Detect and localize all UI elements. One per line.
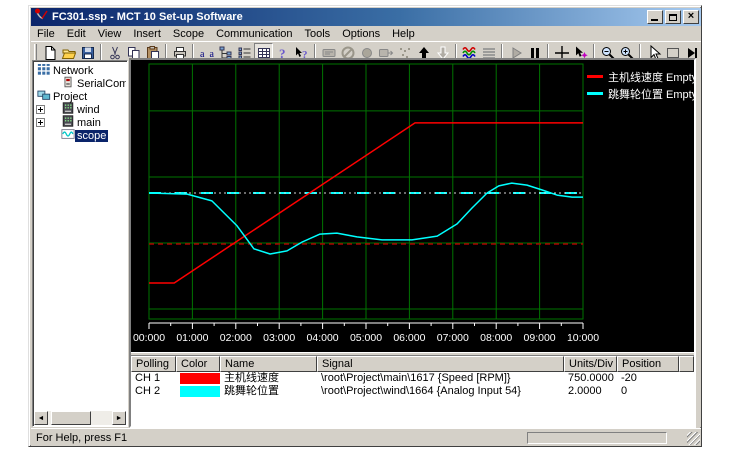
cell-color — [176, 372, 220, 385]
menu-bar: FileEditViewInsertScopeCommunicationTool… — [31, 26, 701, 41]
status-indicator-box — [527, 432, 667, 444]
channel-row-ch1[interactable]: CH 1 主机线速度\root\Project\main\1617 {Speed … — [131, 372, 694, 385]
x-tick-label: 03:000 — [263, 332, 295, 344]
sidebar-item-project[interactable]: Project — [35, 90, 126, 103]
tree-horizontal-scrollbar[interactable]: ◄ ► — [34, 411, 126, 425]
x-tick-label: 09:000 — [524, 332, 556, 344]
x-tick-label: 05:000 — [350, 332, 382, 344]
title-bar[interactable]: FC301.ssp - MCT 10 Set-up Software × — [31, 8, 701, 26]
resize-grip[interactable] — [687, 432, 700, 445]
minimize-button[interactable] — [647, 10, 663, 24]
scope-graph-area[interactable]: 00:000 01:000 02:000 03:000 04:000 05:000 06:0… — [131, 60, 694, 352]
column-header-position[interactable]: Position — [617, 356, 679, 372]
sidebar-item-scope[interactable]: scope — [35, 129, 126, 142]
channel-table-body: CH 1 主机线速度\root\Project\main\1617 {Speed … — [131, 372, 694, 424]
tree-item-label: main — [75, 117, 103, 129]
channel-row-ch2[interactable]: CH 2 跳舞轮位置\root\Project\wind\1664 {Analog… — [131, 385, 694, 398]
open-folder-icon — [61, 45, 77, 61]
menu-scope[interactable]: Scope — [167, 27, 210, 41]
column-header-color[interactable]: Color — [176, 356, 220, 372]
channel-table-header: PollingColorNameSignalUnits/DivPosition — [131, 356, 694, 372]
tree-item-label: wind — [75, 104, 102, 116]
cut-icon — [107, 45, 123, 61]
menu-tools[interactable]: Tools — [299, 27, 337, 41]
close-icon: × — [688, 11, 694, 22]
legend-label: 跳舞轮位置 Empty — [608, 86, 694, 102]
cell-name: 跳舞轮位置 — [220, 385, 317, 398]
scope-plot-svg: 00:000 01:000 02:000 03:000 04:000 05:000 06:0… — [131, 60, 694, 352]
menu-help[interactable]: Help — [386, 27, 421, 41]
legend-swatch — [587, 75, 603, 78]
maximize-button[interactable] — [665, 10, 681, 24]
channel-color-swatch — [180, 373, 220, 384]
scroll-left-button[interactable]: ◄ — [34, 411, 48, 425]
x-tick-label: 06:000 — [393, 332, 425, 344]
sidebar-item-network[interactable]: Network — [35, 64, 126, 77]
app-window: FC301.ssp - MCT 10 Set-up Software × Fil… — [28, 5, 702, 447]
menu-edit[interactable]: Edit — [61, 27, 92, 41]
project-tree-panel: NetworkSerialComProjectwindmainscope ◄ ► — [32, 60, 128, 427]
scroll-right-button[interactable]: ► — [112, 411, 126, 425]
scope-legend: 主机线速度 Empty跳舞轮位置 Empty — [587, 68, 694, 102]
column-header-name[interactable]: Name — [220, 356, 317, 372]
x-tick-label: 07:000 — [437, 332, 469, 344]
x-tick-label: 00:000 — [133, 332, 165, 344]
save-icon — [80, 45, 96, 61]
menu-options[interactable]: Options — [336, 27, 386, 41]
column-header-units-div[interactable]: Units/Div — [564, 356, 617, 372]
minimize-icon — [651, 19, 658, 21]
menu-communication[interactable]: Communication — [210, 27, 298, 41]
cell-name: 主机线速度 — [220, 372, 317, 385]
tree-item-label: scope — [75, 130, 108, 142]
menu-file[interactable]: File — [31, 27, 61, 41]
window-title: FC301.ssp - MCT 10 Set-up Software — [52, 11, 243, 23]
scope-view: 00:000 01:000 02:000 03:000 04:000 05:000 06:0… — [129, 58, 696, 428]
legend-entry: 跳舞轮位置 Empty — [587, 85, 694, 102]
tree-item-label: SerialCom — [75, 78, 126, 90]
scope-wave-icon — [61, 127, 75, 144]
cell-polling: CH 1 — [131, 372, 176, 385]
channel-table: PollingColorNameSignalUnits/DivPosition … — [131, 356, 694, 424]
legend-label: 主机线速度 Empty — [608, 69, 694, 85]
x-tick-label: 08:000 — [480, 332, 512, 344]
cell-polling: CH 2 — [131, 385, 176, 398]
scroll-thumb[interactable] — [51, 411, 91, 425]
menu-view[interactable]: View — [92, 27, 128, 41]
channel-color-swatch — [180, 386, 220, 397]
toolbar-grip[interactable] — [34, 44, 37, 62]
app-icon — [33, 7, 49, 28]
cell-position: 0 — [617, 385, 679, 398]
column-header-signal[interactable]: Signal — [317, 356, 564, 372]
toolbar-separator — [100, 44, 102, 62]
x-tick-label: 02:000 — [220, 332, 252, 344]
project-tree: NetworkSerialComProjectwindmainscope — [35, 64, 126, 410]
cell-units-div: 750.0000 — [564, 372, 617, 385]
cell-filler — [679, 385, 694, 398]
sidebar-item-main[interactable]: main — [35, 116, 126, 129]
cell-units-div: 2.0000 — [564, 385, 617, 398]
sidebar-item-wind[interactable]: wind — [35, 103, 126, 116]
cell-signal: \root\Project\main\1617 {Speed [RPM]} — [317, 372, 564, 385]
cell-color — [176, 385, 220, 398]
new-document-icon — [42, 45, 58, 61]
column-header-filler[interactable] — [679, 356, 694, 372]
maximize-icon — [669, 14, 677, 21]
status-text: For Help, press F1 — [36, 432, 127, 444]
x-tick-label: 04:000 — [307, 332, 339, 344]
cell-position: -20 — [617, 372, 679, 385]
legend-entry: 主机线速度 Empty — [587, 68, 694, 85]
x-tick-label: 10:000 — [567, 332, 599, 344]
close-button[interactable]: × — [683, 10, 699, 24]
expand-plus-icon[interactable] — [36, 118, 45, 127]
menu-insert[interactable]: Insert — [127, 27, 167, 41]
x-tick-label: 01:000 — [176, 332, 208, 344]
legend-swatch — [587, 92, 603, 95]
cell-filler — [679, 372, 694, 385]
status-bar: For Help, press F1 — [31, 428, 701, 446]
expand-plus-icon[interactable] — [36, 105, 45, 114]
cell-signal: \root\Project\wind\1664 {Analog Input 54… — [317, 385, 564, 398]
desktop: FC301.ssp - MCT 10 Set-up Software × Fil… — [0, 0, 751, 452]
column-header-polling[interactable]: Polling — [131, 356, 176, 372]
